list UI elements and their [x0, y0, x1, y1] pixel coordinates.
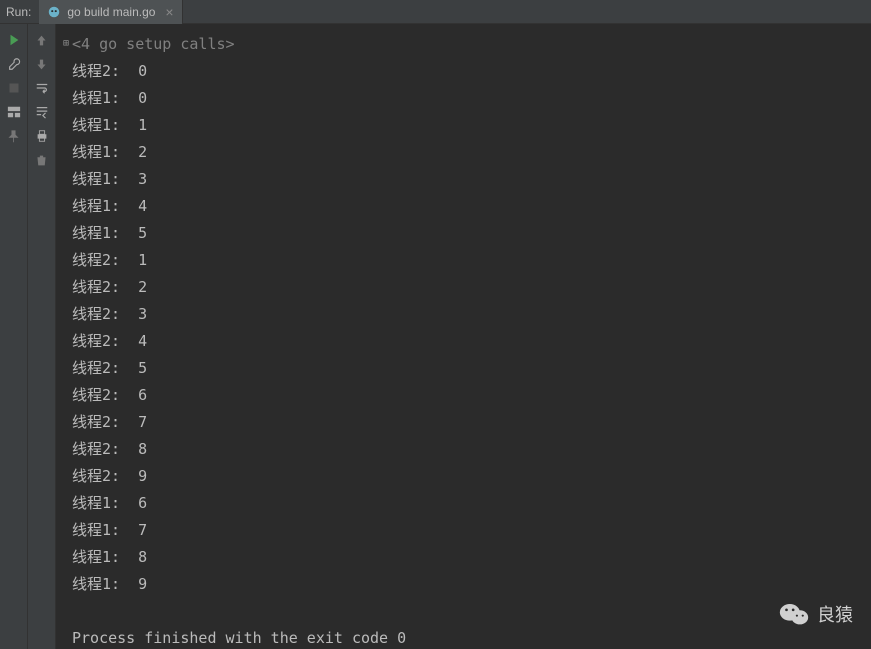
- pin-icon[interactable]: [6, 128, 22, 144]
- stop-icon[interactable]: [6, 80, 22, 96]
- console-line: 线程2: 8: [60, 435, 867, 462]
- run-tab[interactable]: go build main.go ×: [39, 0, 182, 24]
- watermark: 良猿: [779, 601, 853, 627]
- console-line: 线程2: 4: [60, 327, 867, 354]
- console-line: 线程2: 2: [60, 273, 867, 300]
- console-line: 线程1: 3: [60, 165, 867, 192]
- console-line: 线程2: 5: [60, 354, 867, 381]
- arrow-up-icon[interactable]: [34, 32, 50, 48]
- console-line: 线程2: 9: [60, 462, 867, 489]
- second-toolbar: [28, 24, 56, 649]
- arrow-down-icon[interactable]: [34, 56, 50, 72]
- print-icon[interactable]: [34, 128, 50, 144]
- console-line: 线程1: 8: [60, 543, 867, 570]
- tab-label: go build main.go: [67, 5, 155, 19]
- go-file-icon: [47, 5, 61, 19]
- fold-expand-icon[interactable]: ⊞: [60, 38, 72, 49]
- wrench-icon[interactable]: [6, 56, 22, 72]
- process-finished-line: Process finished with the exit code 0: [60, 624, 867, 649]
- console-line: 线程1: 5: [60, 219, 867, 246]
- wechat-icon: [779, 601, 809, 627]
- console-line: 线程1: 2: [60, 138, 867, 165]
- watermark-text: 良猿: [817, 601, 853, 627]
- console-output[interactable]: ⊞<4 go setup calls> 线程2: 0线程1: 0线程1: 1线程…: [56, 24, 871, 649]
- console-line: 线程1: 1: [60, 111, 867, 138]
- trash-icon[interactable]: [34, 152, 50, 168]
- top-bar: Run: go build main.go ×: [0, 0, 871, 24]
- console-line: 线程2: 3: [60, 300, 867, 327]
- console-line: 线程1: 9: [60, 570, 867, 597]
- console-line: 线程1: 0: [60, 84, 867, 111]
- console-line: 线程1: 6: [60, 489, 867, 516]
- scroll-to-end-icon[interactable]: [34, 104, 50, 120]
- setup-calls-line: ⊞<4 go setup calls>: [60, 30, 867, 57]
- run-label: Run:: [0, 5, 39, 19]
- run-icon[interactable]: [6, 32, 22, 48]
- console-line: 线程1: 7: [60, 516, 867, 543]
- layout-icon[interactable]: [6, 104, 22, 120]
- soft-wrap-icon[interactable]: [34, 80, 50, 96]
- tab-close-icon[interactable]: ×: [165, 4, 173, 20]
- console-line: 线程2: 6: [60, 381, 867, 408]
- console-line: 线程2: 1: [60, 246, 867, 273]
- left-toolbar: [0, 24, 28, 649]
- console-line: 线程1: 4: [60, 192, 867, 219]
- console-line: 线程2: 7: [60, 408, 867, 435]
- main-area: ⊞<4 go setup calls> 线程2: 0线程1: 0线程1: 1线程…: [0, 24, 871, 649]
- console-line: 线程2: 0: [60, 57, 867, 84]
